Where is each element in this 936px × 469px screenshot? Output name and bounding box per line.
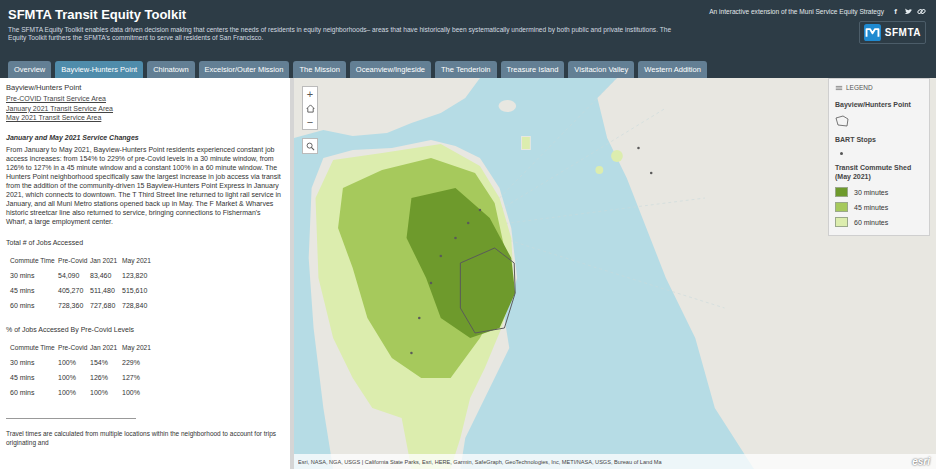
- tab[interactable]: The Tenderloin: [435, 61, 496, 78]
- service-area-link[interactable]: Pre-COVID Transit Service Area: [6, 94, 282, 104]
- commute-shed-30: [407, 188, 516, 338]
- tab[interactable]: Treasure Island: [501, 61, 565, 78]
- table-title: % of Jobs Accessed By Pre-Covid Levels: [6, 325, 282, 334]
- legend-item: 45 minutes: [835, 202, 923, 212]
- legend-group: Transit Commute Shed (May 2021)30 minute…: [835, 163, 923, 227]
- service-area-link[interactable]: January 2021 Transit Service Area: [6, 104, 282, 114]
- east-bay-land: [597, 78, 936, 469]
- table-row: 30 mins100%154%229%: [6, 355, 156, 370]
- section-heading: January and May 2021 Service Changes: [6, 133, 282, 142]
- header: SFMTA Transit Equity Toolkit The SFMTA Eq…: [0, 0, 936, 57]
- table-row: 60 mins728,360727,680728,840: [6, 298, 156, 313]
- legend-title: LEGEND: [846, 83, 873, 92]
- jobs-table: % of Jobs Accessed By Pre-Covid Levels Co…: [6, 325, 282, 400]
- divider: [6, 418, 136, 419]
- zoom-in-button[interactable]: +: [303, 87, 317, 101]
- bart-stops: [410, 147, 652, 355]
- neighborhood-title: Bayview/Hunters Point: [6, 83, 282, 92]
- search-icon: [306, 142, 315, 151]
- app-description: The SFMTA Equity Toolkit enables data dr…: [8, 26, 688, 43]
- table-row: 45 mins100%126%127%: [6, 370, 156, 385]
- home-button[interactable]: [303, 101, 317, 115]
- map-view[interactable]: +−LEGENDBayview/Hunters PointBART StopsT…: [294, 78, 936, 469]
- sidebar: Bayview/Hunters Point Pre-COVID Transit S…: [0, 78, 294, 469]
- map-controls: +−: [302, 86, 318, 154]
- table-title: Total # of Jobs Accessed: [6, 238, 282, 247]
- attribution-bar: Esri, NASA, NGA, USGS | California State…: [294, 454, 936, 469]
- esri-logo[interactable]: esri: [912, 456, 932, 467]
- tab[interactable]: Overview: [8, 61, 51, 78]
- polygon-symbol-icon: [835, 115, 849, 127]
- section-paragraph: From January to May 2021, Bayview-Hunter…: [6, 145, 282, 226]
- legend-group: BART Stops: [835, 135, 923, 155]
- table-row: 60 mins100%100%100%: [6, 385, 156, 400]
- legend-swatch: [835, 187, 848, 197]
- neighborhood-boundary: [460, 248, 515, 333]
- service-area-link[interactable]: May 2021 Transit Service Area: [6, 113, 282, 123]
- marin-land: [294, 78, 480, 138]
- san-francisco-land: [309, 140, 517, 469]
- legend-group: Bayview/Hunters Point: [835, 100, 923, 127]
- tab[interactable]: Visitacion Valley: [568, 61, 634, 78]
- tab[interactable]: Chinatown: [147, 61, 194, 78]
- tab-bar: OverviewBayview-Hunters PointChinatown Ex…: [0, 57, 936, 78]
- tab[interactable]: The Mission: [293, 61, 345, 78]
- facebook-icon[interactable]: f: [891, 7, 900, 16]
- app-title: SFMTA Transit Equity Toolkit: [8, 7, 688, 22]
- tab[interactable]: Western Addition: [638, 61, 707, 78]
- table-header: Commute TimePre-CovidJan 2021May 2021: [6, 340, 156, 355]
- commute-shed-60: [316, 144, 515, 469]
- link-icon[interactable]: [917, 7, 926, 16]
- table-row: 30 mins54,09083,460123,820: [6, 268, 156, 283]
- legend-item: 30 minutes: [835, 187, 923, 197]
- legend-swatch: [835, 217, 848, 227]
- sfmta-logo[interactable]: SFMTA: [859, 21, 926, 44]
- legend-list-icon: [835, 84, 843, 92]
- tagline: An interactive extension of the Muni Ser…: [709, 8, 884, 15]
- legend-panel: LEGEND Bayview/Hunters Point BART Stops Tra…: [828, 78, 930, 236]
- twitter-icon[interactable]: [904, 7, 913, 16]
- search-button[interactable]: [302, 138, 318, 154]
- bart-stop-symbol: [840, 152, 843, 155]
- tab[interactable]: Bayview-Hunters Point: [55, 61, 143, 78]
- tab[interactable]: Oceanview/Ingleside: [350, 61, 431, 78]
- footnote: Travel times are calculated from multipl…: [6, 429, 282, 447]
- jobs-table: Total # of Jobs Accessed Commute TimePre-…: [6, 238, 282, 313]
- legend-item: 60 minutes: [835, 217, 923, 227]
- muni-worm-icon: [864, 24, 881, 41]
- tab[interactable]: Excelsior/Outer Mission: [199, 61, 290, 78]
- table-row: 45 mins405,270511,480515,610: [6, 283, 156, 298]
- zoom-out-button[interactable]: −: [303, 115, 317, 129]
- attribution-text: Esri, NASA, NGA, USGS | California State…: [298, 459, 662, 465]
- table-header: Commute TimePre-CovidJan 2021May 2021: [6, 253, 156, 268]
- legend-swatch: [835, 202, 848, 212]
- home-icon: [306, 104, 315, 113]
- app-window: SFMTA Transit Equity Toolkit The SFMTA Eq…: [0, 0, 936, 469]
